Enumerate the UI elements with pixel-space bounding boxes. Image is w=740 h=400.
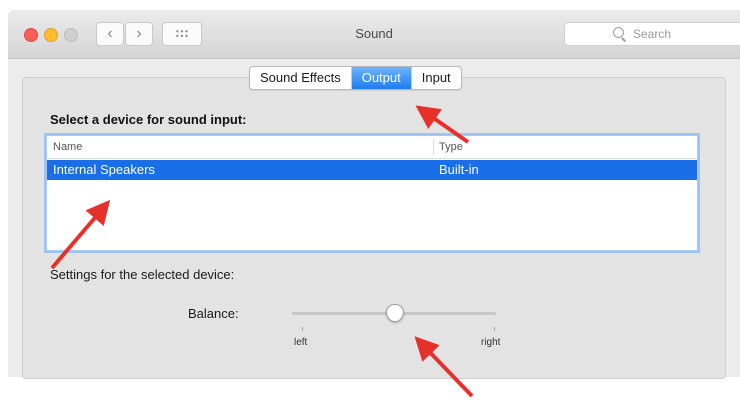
annotation-arrows [50, 105, 474, 398]
arrow-to-internal-speakers [50, 199, 111, 270]
arrow-to-balance-knob [414, 336, 474, 398]
arrow-to-output-tab [415, 105, 470, 144]
